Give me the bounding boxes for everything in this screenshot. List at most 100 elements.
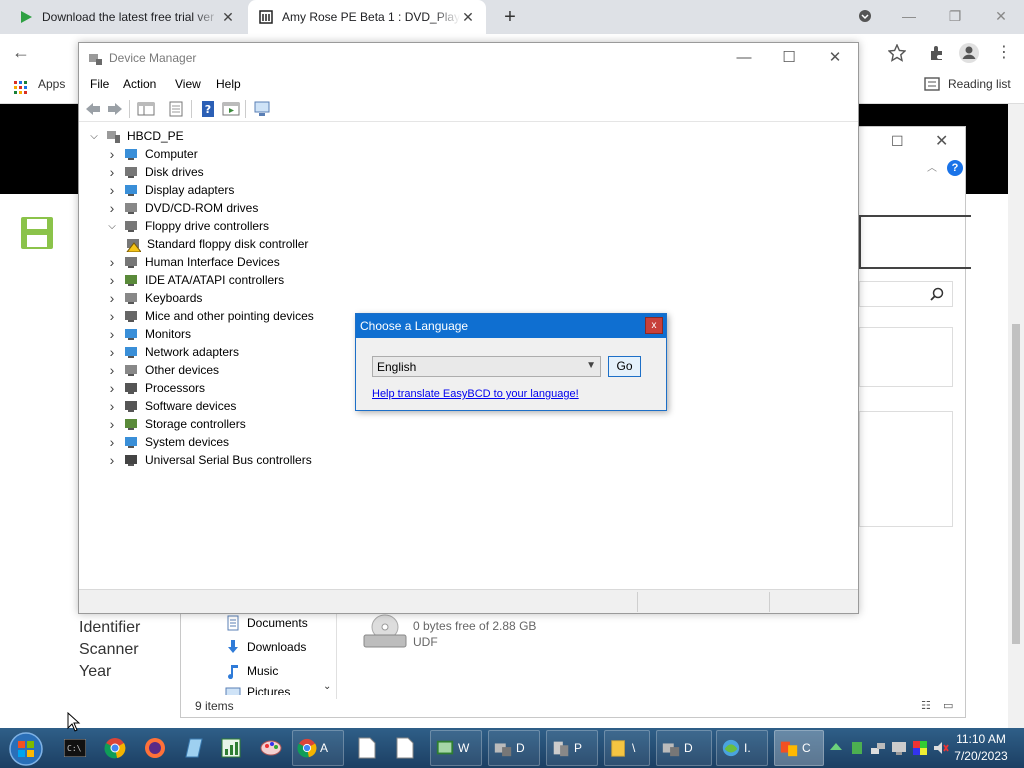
show-hide-console-tree-icon[interactable]: [137, 100, 155, 118]
taskbar-cmd[interactable]: C:\: [58, 730, 92, 766]
taskbar-document-1[interactable]: [350, 730, 384, 766]
taskbar-chrome-window[interactable]: A: [292, 730, 344, 766]
tab-search-icon[interactable]: [852, 4, 878, 28]
tree-root[interactable]: ⌵ HBCD_PE: [87, 127, 184, 145]
nav-item-downloads[interactable]: Downloads: [225, 639, 306, 655]
browser-tab-download[interactable]: Download the latest free trial ver ✕: [8, 0, 246, 34]
minimize-icon[interactable]: —: [729, 47, 759, 69]
bookmark-star-icon[interactable]: [888, 44, 906, 62]
tree-category[interactable]: › DVD/CD-ROM drives: [105, 199, 259, 217]
dialog-title-bar[interactable]: Choose a Language x: [356, 314, 666, 338]
chevron-right-icon[interactable]: ›: [105, 380, 119, 396]
tree-category[interactable]: › Keyboards: [105, 289, 203, 307]
tree-category[interactable]: › Display adapters: [105, 181, 235, 199]
tree-category[interactable]: ⌵ Floppy drive controllers: [105, 217, 269, 235]
menu-action[interactable]: Action: [123, 77, 156, 91]
forward-arrow-icon[interactable]: [106, 100, 124, 118]
tree-category[interactable]: › IDE ATA/ATAPI controllers: [105, 271, 285, 289]
search-box[interactable]: [859, 281, 953, 307]
taskbar-app-3[interactable]: [176, 730, 210, 766]
tree-category[interactable]: › Software devices: [105, 397, 237, 415]
chevron-right-icon[interactable]: ›: [105, 308, 119, 324]
close-window-icon[interactable]: ✕: [935, 131, 948, 151]
taskbar-window-w[interactable]: W: [430, 730, 482, 766]
reading-list-button[interactable]: Reading list: [948, 77, 1011, 91]
taskbar-window-p[interactable]: P: [546, 730, 598, 766]
taskbar-app-4[interactable]: [214, 730, 248, 766]
taskbar-document-2[interactable]: [388, 730, 422, 766]
volume-muted-icon[interactable]: [933, 740, 949, 756]
chevron-right-icon[interactable]: ›: [105, 164, 119, 180]
nav-item-music[interactable]: Music: [225, 663, 278, 679]
tray-monitor-icon[interactable]: [891, 740, 907, 756]
taskbar-app-5[interactable]: [254, 730, 288, 766]
nav-item-documents[interactable]: Documents: [225, 615, 308, 631]
taskbar-window-i[interactable]: I.: [716, 730, 768, 766]
action-pane-icon[interactable]: [222, 100, 240, 118]
tree-category[interactable]: › Disk drives: [105, 163, 204, 181]
chevron-right-icon[interactable]: ›: [105, 272, 119, 288]
back-icon[interactable]: ←: [12, 42, 30, 63]
back-arrow-icon[interactable]: [84, 100, 102, 118]
tree-category[interactable]: › System devices: [105, 433, 229, 451]
maximize-icon[interactable]: ☐: [891, 133, 904, 150]
chevron-right-icon[interactable]: ›: [105, 416, 119, 432]
chevron-right-icon[interactable]: ›: [105, 362, 119, 378]
tree-category[interactable]: › Monitors: [105, 325, 191, 343]
maximize-icon[interactable]: ☐: [774, 47, 804, 69]
chevron-right-icon[interactable]: ›: [105, 254, 119, 270]
chevron-right-icon[interactable]: ›: [105, 146, 119, 162]
dialog-close-button[interactable]: x: [645, 317, 663, 334]
minimize-icon[interactable]: —: [896, 4, 922, 28]
scan-hardware-icon[interactable]: [253, 100, 271, 118]
help-icon[interactable]: ?: [947, 160, 963, 176]
menu-help[interactable]: Help: [216, 77, 241, 91]
language-dropdown[interactable]: English ▼: [372, 356, 601, 377]
help-translate-link[interactable]: Help translate EasyBCD to your language!: [372, 388, 579, 400]
details-view-icon[interactable]: ☷: [921, 699, 931, 712]
chevron-right-icon[interactable]: ›: [105, 326, 119, 342]
tree-category[interactable]: › Other devices: [105, 361, 219, 379]
menu-file[interactable]: File: [90, 77, 109, 91]
close-tab-icon[interactable]: ✕: [460, 9, 476, 26]
properties-icon[interactable]: [167, 100, 185, 118]
extensions-icon[interactable]: [928, 44, 946, 62]
close-window-icon[interactable]: ✕: [988, 4, 1014, 28]
browser-tab-amy-rose[interactable]: Amy Rose PE Beta 1 : DVD_Player ✕: [248, 0, 486, 34]
chevron-right-icon[interactable]: ›: [105, 290, 119, 306]
taskbar-window-device-manager[interactable]: D: [656, 730, 712, 766]
page-scrollbar[interactable]: [1008, 104, 1024, 728]
taskbar-firefox[interactable]: [138, 730, 172, 766]
close-window-icon[interactable]: ✕: [820, 47, 850, 69]
taskbar-window-d[interactable]: D: [488, 730, 540, 766]
address-bar[interactable]: [859, 215, 971, 269]
chevron-down-icon[interactable]: ⌵: [105, 221, 119, 232]
taskbar-chrome-pinned[interactable]: [98, 730, 132, 766]
tree-device[interactable]: Standard floppy disk controller: [125, 235, 308, 253]
taskbar-window-folder[interactable]: \: [604, 730, 650, 766]
start-button[interactable]: [6, 731, 46, 767]
tree-category[interactable]: › Universal Serial Bus controllers: [105, 451, 312, 469]
tray-color-icon[interactable]: [912, 740, 928, 756]
chevron-right-icon[interactable]: ›: [105, 182, 119, 198]
title-bar[interactable]: Device Manager — ☐ ✕: [79, 43, 858, 73]
close-tab-icon[interactable]: ✕: [220, 9, 236, 26]
tray-arrow-icon[interactable]: [828, 740, 844, 756]
nav-item-pictures[interactable]: Pictures: [225, 685, 290, 695]
tree-category[interactable]: › Storage controllers: [105, 415, 246, 433]
tree-category[interactable]: › Network adapters: [105, 343, 239, 361]
new-tab-button[interactable]: +: [498, 5, 522, 29]
tree-category[interactable]: › Computer: [105, 145, 198, 163]
help-book-icon[interactable]: ?: [199, 100, 217, 118]
collapse-ribbon-icon[interactable]: ︿: [927, 159, 937, 174]
browser-menu-icon[interactable]: ⋮: [996, 42, 1012, 62]
taskbar-clock[interactable]: 11:10 AM 7/20/2023: [948, 731, 1014, 765]
menu-view[interactable]: View: [175, 77, 201, 91]
chevron-right-icon[interactable]: ›: [105, 200, 119, 216]
chevron-right-icon[interactable]: ›: [105, 434, 119, 450]
profile-avatar-icon[interactable]: [958, 42, 980, 64]
apps-bookmark[interactable]: Apps: [38, 77, 65, 91]
scrollbar-thumb[interactable]: [1012, 324, 1020, 644]
nav-scroll-down-icon[interactable]: ⌄: [323, 681, 331, 692]
large-icons-view-icon[interactable]: ▭: [943, 699, 953, 712]
